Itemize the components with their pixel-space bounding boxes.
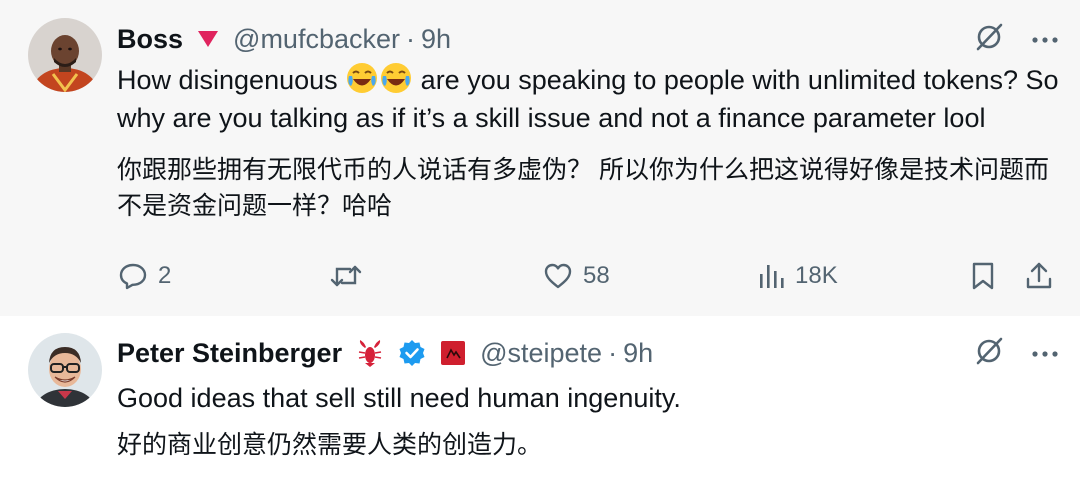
lobster-emoji-icon <box>356 338 384 368</box>
view-count: 18K <box>795 262 838 289</box>
reply-button[interactable]: 2 <box>118 256 171 296</box>
share-icon <box>1024 261 1054 291</box>
tweet-header: Peter Steinberger @steipete · 9h <box>117 336 653 370</box>
tweet-text-chinese: 好的商业创意仍然需要人类的创造力。 <box>117 431 543 459</box>
tweet-top-actions <box>974 22 1058 57</box>
verified-badge-icon[interactable] <box>398 339 426 367</box>
tweet-text-english: Good ideas that sell still need human in… <box>117 383 681 413</box>
timestamp[interactable]: 9h <box>421 24 451 55</box>
avatar[interactable] <box>28 333 102 407</box>
separator: · <box>406 23 415 54</box>
tweet-text-english: How disingenuous are you speaking to peo… <box>117 61 1072 137</box>
bookmark-icon <box>970 261 996 291</box>
like-icon <box>543 261 573 291</box>
red-square-flag-icon <box>440 340 466 366</box>
tweet-reply[interactable]: Peter Steinberger @steipete · 9h Good id… <box>0 316 1080 477</box>
views-button[interactable]: 18K <box>757 256 838 296</box>
tweet-reply[interactable]: Boss @mufcbacker · 9h How disingenuous a… <box>0 0 1080 316</box>
tweet-header: Boss @mufcbacker · 9h <box>117 22 451 56</box>
views-icon <box>757 262 785 290</box>
red-triangle-icon <box>197 30 219 48</box>
author-handle[interactable]: @mufcbacker <box>233 24 400 55</box>
tweet-action-bar: 2 58 18K <box>0 256 1080 296</box>
laughing-emoji-icon <box>346 62 378 94</box>
tweet-top-actions <box>974 336 1058 371</box>
grok-icon[interactable] <box>974 22 1004 57</box>
avatar[interactable] <box>28 18 102 92</box>
like-button[interactable]: 58 <box>543 256 610 296</box>
laughing-emoji-icon <box>380 62 412 94</box>
like-count: 58 <box>583 262 610 289</box>
author-handle[interactable]: @steipete <box>480 338 602 369</box>
reply-count: 2 <box>158 262 172 289</box>
repost-icon <box>330 261 362 291</box>
reply-icon <box>118 261 148 291</box>
share-button[interactable] <box>1024 256 1054 296</box>
separator: · <box>608 337 618 368</box>
author-name[interactable]: Boss <box>117 24 183 55</box>
more-icon[interactable] <box>1032 31 1058 49</box>
text-part: How disingenuous <box>117 65 338 95</box>
more-icon[interactable] <box>1032 345 1058 363</box>
tweet-text-chinese: 你跟那些拥有无限代币的人说话有多虚伪？ 所以你为什么把这说得好像是技术问题而不是… <box>117 156 1049 220</box>
author-name[interactable]: Peter Steinberger <box>117 338 342 369</box>
bookmark-button[interactable] <box>970 256 996 296</box>
grok-icon[interactable] <box>974 336 1004 371</box>
timestamp[interactable]: 9h <box>623 338 653 369</box>
repost-button[interactable] <box>330 256 372 296</box>
